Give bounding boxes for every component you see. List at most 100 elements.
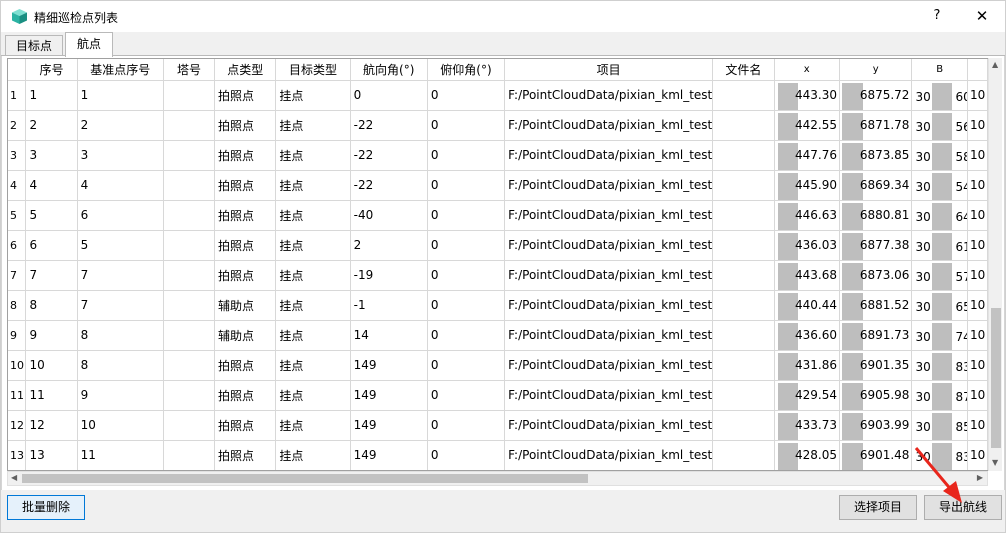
cell-ttype[interactable]: 挂点 [275, 350, 351, 381]
cell-heading[interactable]: -22 [350, 140, 428, 171]
table-row[interactable]: 6 6 5 拍照点 挂点 2 0 F:/PointCloudData/pixian_kml_t… [8, 230, 988, 261]
cell-seq[interactable]: 5 [25, 200, 78, 231]
cell-base[interactable]: 8 [77, 320, 164, 351]
cell-tower[interactable] [163, 380, 216, 411]
cell-file[interactable] [712, 230, 775, 261]
row-number[interactable]: 8 [8, 290, 27, 321]
cell-tower[interactable] [163, 230, 216, 261]
row-number[interactable]: 6 [8, 230, 27, 261]
cell-y[interactable]: 6877.38 [839, 230, 913, 261]
cell-project[interactable]: F:/PointCloudData/pixian_kml_test [504, 140, 714, 171]
cell-ttype[interactable]: 挂点 [275, 140, 351, 171]
cell-base[interactable]: 9 [77, 380, 164, 411]
scroll-down-arrow-icon[interactable]: ▼ [992, 458, 998, 467]
cell-b[interactable]: 30.74 [911, 320, 968, 351]
cell-project[interactable]: F:/PointCloudData/pixian_kml_test [504, 380, 714, 411]
row-number[interactable]: 7 [8, 260, 27, 291]
cell-base[interactable]: 6 [77, 200, 164, 231]
cell-pitch[interactable]: 0 [427, 350, 506, 381]
table-row[interactable]: 1 1 1 拍照点 挂点 0 0 F:/PointCloudData/pixian_kml_t… [8, 80, 988, 111]
cell-seq[interactable]: 3 [25, 140, 78, 171]
table-row[interactable]: 9 9 8 辅助点 挂点 14 0 F:/PointCloudData/pixian_kml_… [8, 320, 988, 351]
row-number[interactable]: 1 [8, 80, 27, 111]
cell-x[interactable]: 436.03 [774, 230, 840, 261]
cell-tower[interactable] [163, 290, 216, 321]
column-header[interactable]: 目标类型 [275, 59, 351, 81]
cell-tower[interactable] [163, 260, 216, 291]
table-row[interactable]: 11 11 9 拍照点 挂点 149 0 F:/PointCloudData/pixian_k… [8, 380, 988, 411]
cell-project[interactable]: F:/PointCloudData/pixian_kml_test [504, 170, 714, 201]
cell-ptype[interactable]: 拍照点 [214, 260, 277, 291]
cell-heading[interactable]: 149 [350, 410, 428, 441]
cell-next-column[interactable]: 10 [967, 350, 988, 381]
cell-seq[interactable]: 2 [25, 110, 78, 141]
cell-b[interactable]: 30.64 [911, 200, 968, 231]
cell-tower[interactable] [163, 350, 216, 381]
column-header[interactable]: 点类型 [214, 59, 277, 81]
cell-heading[interactable]: 149 [350, 440, 428, 470]
cell-next-column[interactable]: 10 [967, 80, 988, 111]
cell-x[interactable]: 447.76 [774, 140, 840, 171]
column-header[interactable]: x [774, 59, 840, 81]
cell-base[interactable]: 1 [77, 80, 164, 111]
cell-file[interactable] [712, 140, 775, 171]
cell-heading[interactable]: 14 [350, 320, 428, 351]
export-route-button[interactable]: 导出航线 [924, 495, 1002, 520]
cell-file[interactable] [712, 200, 775, 231]
cell-ttype[interactable]: 挂点 [275, 380, 351, 411]
cell-ptype[interactable]: 拍照点 [214, 110, 277, 141]
cell-base[interactable]: 2 [77, 110, 164, 141]
cell-b[interactable]: 30.60 [911, 80, 968, 111]
cell-y[interactable]: 6891.73 [839, 320, 913, 351]
cell-seq[interactable]: 4 [25, 170, 78, 201]
cell-file[interactable] [712, 80, 775, 111]
row-number[interactable]: 11 [8, 380, 27, 411]
cell-ptype[interactable]: 拍照点 [214, 170, 277, 201]
cell-seq[interactable]: 1 [25, 80, 78, 111]
cell-file[interactable] [712, 440, 775, 470]
column-header[interactable]: 文件名 [712, 59, 775, 81]
column-header[interactable]: 项目 [504, 59, 714, 81]
cell-next-column[interactable]: 10 [967, 320, 988, 351]
cell-x[interactable]: 436.60 [774, 320, 840, 351]
cell-base[interactable]: 7 [77, 260, 164, 291]
cell-seq[interactable]: 7 [25, 260, 78, 291]
cell-b[interactable]: 30.83 [911, 350, 968, 381]
cell-pitch[interactable]: 0 [427, 110, 506, 141]
cell-ttype[interactable]: 挂点 [275, 230, 351, 261]
cell-y[interactable]: 6881.52 [839, 290, 913, 321]
cell-heading[interactable]: -22 [350, 110, 428, 141]
table-row[interactable]: 8 8 7 辅助点 挂点 -1 0 F:/PointCloudData/pixian_kml_… [8, 290, 988, 321]
batch-delete-button[interactable]: 批量删除 [7, 495, 85, 520]
cell-next-column[interactable]: 10 [967, 200, 988, 231]
cell-tower[interactable] [163, 80, 216, 111]
cell-b[interactable]: 30.87 [911, 380, 968, 411]
cell-pitch[interactable]: 0 [427, 290, 506, 321]
table-row[interactable]: 12 12 10 拍照点 挂点 149 0 F:/PointCloudData/pixian_… [8, 410, 988, 441]
cell-x[interactable]: 445.90 [774, 170, 840, 201]
cell-tower[interactable] [163, 440, 216, 470]
horizontal-scroll-thumb[interactable] [22, 474, 588, 483]
table-row[interactable]: 3 3 3 拍照点 挂点 -22 0 F:/PointCloudData/pixian_kml… [8, 140, 988, 171]
cell-tower[interactable] [163, 170, 216, 201]
column-header[interactable]: B [911, 59, 968, 81]
cell-x[interactable]: 431.86 [774, 350, 840, 381]
column-header[interactable]: y [839, 59, 913, 81]
cell-pitch[interactable]: 0 [427, 410, 506, 441]
column-header[interactable]: 俯仰角(°) [427, 59, 506, 81]
cell-next-column[interactable]: 10 [967, 380, 988, 411]
cell-y[interactable]: 6880.81 [839, 200, 913, 231]
cell-pitch[interactable]: 0 [427, 80, 506, 111]
cell-ttype[interactable]: 挂点 [275, 440, 351, 470]
cell-heading[interactable]: 149 [350, 380, 428, 411]
cell-ptype[interactable]: 辅助点 [214, 290, 277, 321]
cell-project[interactable]: F:/PointCloudData/pixian_kml_test [504, 80, 714, 111]
cell-ttype[interactable]: 挂点 [275, 260, 351, 291]
cell-project[interactable]: F:/PointCloudData/pixian_kml_test [504, 290, 714, 321]
cell-pitch[interactable]: 0 [427, 230, 506, 261]
cell-ptype[interactable]: 拍照点 [214, 440, 277, 470]
table-row[interactable]: 4 4 4 拍照点 挂点 -22 0 F:/PointCloudData/pixian_kml… [8, 170, 988, 201]
close-button[interactable]: ✕ [967, 5, 997, 27]
cell-b[interactable]: 30.56 [911, 110, 968, 141]
cell-ttype[interactable]: 挂点 [275, 410, 351, 441]
